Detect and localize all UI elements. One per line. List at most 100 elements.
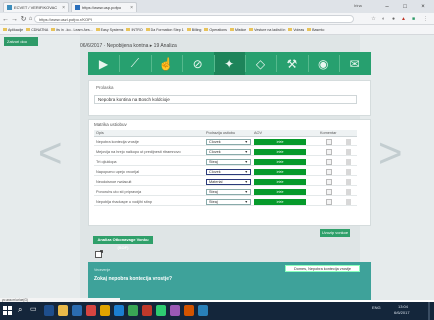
file-explorer-icon[interactable] [58,305,68,316]
extension-icon-3[interactable]: ▲ [400,15,407,23]
extension-icon[interactable]: ◐ [380,15,387,23]
comment-checkbox[interactable] [326,169,332,175]
step-mail-icon[interactable]: ✉ [339,52,370,75]
cause-select[interactable]: Clovek ▼ [206,139,251,145]
bookmark-item[interactable]: Vesture na ladisti in [249,28,285,32]
delete-icon[interactable] [346,179,351,185]
app-icon-1[interactable] [86,305,96,316]
cause-select[interactable]: Steaj ▼ [206,159,251,165]
aov-bar[interactable]: >>> [254,179,306,185]
show-desktop-button[interactable] [428,302,430,320]
comment-checkbox[interactable] [326,149,332,155]
app-icon-2[interactable] [114,305,124,316]
step-play-icon[interactable]: ▶ [88,52,119,75]
delete-icon[interactable] [346,169,351,175]
bookmark-item[interactable]: CDNATNA [26,28,48,32]
cause-select-value: Clovek [209,140,221,144]
comment-checkbox[interactable] [326,199,332,205]
bookmark-label: its in ..ko.. Learn Aes... [56,27,93,32]
bookmark-item[interactable]: Da Formation Step 1 [145,28,184,32]
close-window-icon[interactable]: × [414,0,432,13]
cause-select[interactable]: Steaj ▼ [206,199,251,205]
delete-icon[interactable] [346,149,351,155]
bookmark-item[interactable]: Easy Systems [95,28,123,32]
step-chart-icon[interactable]: ⟋ [119,52,150,75]
close-tab-icon[interactable]: × [62,5,65,11]
step-gear-icon[interactable]: ✦ [213,52,245,75]
comment-checkbox[interactable] [326,139,332,145]
delete-icon[interactable] [346,189,351,195]
cause-select[interactable]: Material ▼ [206,179,251,185]
cause-select[interactable]: Clovek ▼ [206,169,251,175]
app-icon-5[interactable] [156,305,166,316]
chrome-icon[interactable] [100,305,110,316]
menu-icon[interactable]: ⋮ [422,15,429,23]
question-button[interactable]: Domes, Nepobra kontecija vrostje [285,265,360,272]
delete-icon[interactable] [346,159,351,165]
extension-icon-2[interactable]: ● [390,15,397,23]
aov-bar[interactable]: >>> [254,149,306,155]
delete-icon[interactable] [346,199,351,205]
cause-select[interactable]: Clovek ▼ [206,149,251,155]
delete-icon[interactable] [346,139,351,145]
bookmark-item[interactable]: Operations [204,28,227,32]
app-icon-7[interactable] [184,305,194,316]
aov-bar[interactable]: >>> [254,159,306,165]
address-bar[interactable]: https://www.uszi.pofpo.r/KOPI [34,15,354,23]
bookmark-item[interactable]: its in ..ko.. Learn Aes... [51,27,93,32]
problem-field[interactable]: Nepobra kontina na Bosch koldcioje [94,95,357,104]
task-view-icon[interactable]: ▭ [30,305,37,313]
edge-icon[interactable] [44,305,54,316]
maximize-icon[interactable]: □ [396,0,414,13]
step-shield-icon[interactable]: ◇ [245,52,276,75]
browser-user-name[interactable]: Irina [354,3,362,8]
bookmark-item[interactable]: Basmto [307,28,324,32]
prev-page-icon[interactable]: < [38,132,63,174]
app-icon-3[interactable] [128,305,138,316]
forward-icon[interactable]: → [10,14,19,24]
app-icon-8[interactable] [198,305,208,316]
close-tab-icon[interactable]: × [130,5,133,11]
store-icon[interactable] [72,305,82,316]
bookmark-star-icon[interactable]: ☆ [370,15,377,23]
app-icon-4[interactable] [142,305,152,316]
save-button[interactable]: Uvozip vonkoe [320,229,350,237]
row-description: Neodoisnoe rwdacuit [96,180,132,184]
step-tools-icon[interactable]: ⚒ [276,52,307,75]
step-lock-icon[interactable]: ◉ [308,52,339,75]
comment-checkbox[interactable] [326,159,332,165]
aov-bar[interactable]: >>> [254,189,306,195]
bookmark-item[interactable]: Aplikacije [3,28,23,32]
aov-bar[interactable]: >>> [254,169,306,175]
aov-bar[interactable]: >>> [254,139,306,145]
browser-tab-1[interactable]: ECVET / VERIFIKOVAC × [3,2,69,12]
comment-checkbox[interactable] [326,179,332,185]
browser-tab-2[interactable]: https://www.usp.pofpo × [71,2,137,12]
step-link-icon[interactable]: ⊘ [182,52,213,75]
bookmark-item[interactable]: Voleas [288,28,304,32]
app-icon-6[interactable] [170,305,180,316]
step-hand-icon[interactable]: ☝ [151,52,182,75]
minimize-icon[interactable]: – [378,0,396,13]
cause-select[interactable]: Steaj ▼ [206,189,251,195]
cause-select-value: Clovek [209,150,221,154]
back-icon[interactable]: ← [1,14,10,24]
extension-icon-4[interactable]: ■ [410,15,417,23]
add-item-icon[interactable] [95,250,103,258]
analysis-button[interactable]: Analiza Otkonavage Vonku (SOF) [93,236,153,250]
aov-bar[interactable]: >>> [254,199,306,205]
cause-select-value: Steaj [209,160,218,164]
bookmark-item[interactable]: Mistice [229,28,246,32]
cause-select-value: Steaj [209,200,218,204]
clock-date[interactable]: 6/6/2017 [394,310,410,315]
clock-time[interactable]: 13:04 [398,304,408,309]
search-icon[interactable]: ⌕ [18,305,22,315]
bookmark-item[interactable]: Billing [186,28,201,32]
comment-checkbox[interactable] [326,189,332,195]
dashboard-button[interactable]: Zatvori doo [4,37,38,46]
language-indicator[interactable]: ENG [372,305,381,310]
start-icon[interactable] [3,306,12,315]
next-page-icon[interactable]: > [378,132,403,174]
bookmark-item[interactable]: INTRO [126,28,143,32]
step-separator [245,55,246,72]
